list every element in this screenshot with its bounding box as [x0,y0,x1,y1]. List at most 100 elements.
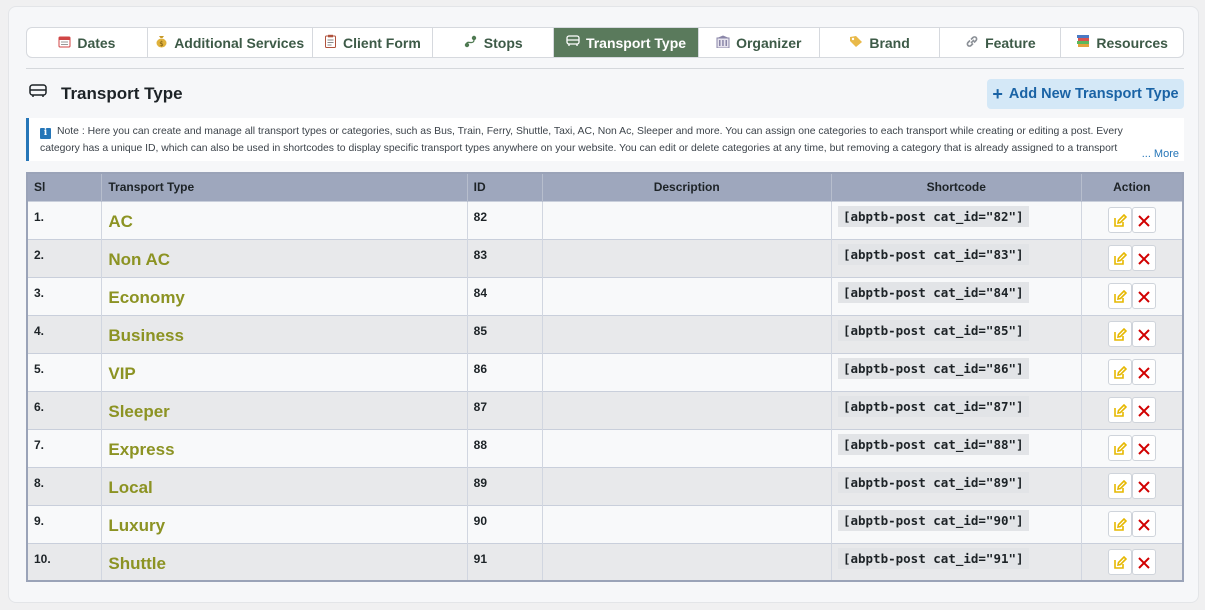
tab-dates[interactable]: Dates [27,28,148,57]
edit-button[interactable] [1107,320,1132,347]
delete-button[interactable] [1131,244,1156,271]
row-shortcode-cell: [abptb-post cat_id="86"] [831,352,1082,391]
row-shortcode-cell: [abptb-post cat_id="88"] [831,428,1082,467]
delete-button[interactable] [1131,282,1156,309]
row-shortcode: [abptb-post cat_id="85"] [837,319,1029,341]
row-description [542,542,832,581]
add-new-transport-type-button[interactable]: + Add New Transport Type [987,79,1184,109]
row-actions [1081,390,1184,429]
table-row: 8. Local 89 [abptb-post cat_id="89"] [27,466,1184,505]
row-transport-type: Non AC [101,238,468,277]
row-description [542,276,832,315]
row-shortcode-cell: [abptb-post cat_id="89"] [831,466,1082,505]
table-row: 4. Business 85 [abptb-post cat_id="85"] [27,314,1184,353]
row-sl: 5. [27,352,103,391]
row-description [542,504,832,543]
row-transport-type: Business [101,314,468,353]
row-sl: 6. [27,390,103,429]
close-icon [1138,366,1150,379]
delete-button[interactable] [1131,358,1156,385]
table-row: 5. VIP 86 [abptb-post cat_id="86"] [27,352,1184,391]
row-sl: 10. [27,542,103,581]
edit-button[interactable] [1107,244,1132,271]
edit-icon [1113,403,1127,417]
tab-resources[interactable]: Resources [1061,28,1183,57]
delete-button[interactable] [1131,472,1156,499]
row-shortcode: [abptb-post cat_id="87"] [837,395,1029,417]
tab-label: Additional Services [174,34,305,51]
row-id: 86 [467,352,543,391]
row-description [542,200,832,239]
row-id: 87 [467,390,543,429]
row-shortcode: [abptb-post cat_id="82"] [837,205,1029,227]
tab-transport-type[interactable]: Transport Type [554,28,699,57]
delete-button[interactable] [1131,548,1156,575]
edit-icon [1113,479,1127,493]
table-row: 1. AC 82 [abptb-post cat_id="82"] [27,200,1184,239]
row-id: 90 [467,504,543,543]
edit-button[interactable] [1107,472,1132,499]
column-header: Sl [27,173,103,201]
tab-feature[interactable]: Feature [940,28,1062,57]
route-icon [464,35,478,51]
delete-button[interactable] [1131,396,1156,423]
delete-button[interactable] [1131,510,1156,537]
edit-button[interactable] [1107,434,1132,461]
table-row: 9. Luxury 90 [abptb-post cat_id="90"] [27,504,1184,543]
close-icon [1138,404,1150,417]
tab-client-form[interactable]: Client Form [313,28,434,57]
row-id: 82 [467,200,543,239]
edit-icon [1113,517,1127,531]
row-description [542,238,832,277]
edit-icon [1113,213,1127,227]
row-transport-type: Shuttle [101,542,468,581]
info-icon: i [40,128,51,139]
row-id: 91 [467,542,543,581]
close-icon [1138,556,1150,569]
tab-stops[interactable]: Stops [433,28,555,57]
tab-organizer[interactable]: Organizer [699,28,820,57]
edit-button[interactable] [1107,510,1132,537]
edit-icon [1113,365,1127,379]
row-id: 83 [467,238,543,277]
row-actions [1081,466,1184,505]
row-shortcode-cell: [abptb-post cat_id="84"] [831,276,1082,315]
edit-button[interactable] [1107,358,1132,385]
bus-icon [566,35,580,50]
row-transport-type: Sleeper [101,390,468,429]
delete-button[interactable] [1131,434,1156,461]
row-shortcode-cell: [abptb-post cat_id="90"] [831,504,1082,543]
row-shortcode: [abptb-post cat_id="86"] [837,357,1029,379]
calendar-icon [58,35,71,51]
row-actions [1081,238,1184,277]
row-shortcode-cell: [abptb-post cat_id="91"] [831,542,1082,581]
row-transport-type: VIP [101,352,468,391]
note-text: Note : Here you can create and manage al… [40,126,1123,154]
close-icon [1138,214,1150,227]
close-icon [1138,480,1150,493]
table-row: 2. Non AC 83 [abptb-post cat_id="83"] [27,238,1184,277]
edit-button[interactable] [1107,206,1132,233]
info-note: i Note : Here you can create and manage a… [26,118,1184,161]
tab-label: Resources [1096,34,1168,51]
row-actions [1081,276,1184,315]
delete-button[interactable] [1131,320,1156,347]
row-shortcode-cell: [abptb-post cat_id="85"] [831,314,1082,353]
building-icon [716,35,730,51]
row-sl: 2. [27,238,103,277]
edit-button[interactable] [1107,282,1132,309]
edit-button[interactable] [1107,396,1132,423]
books-icon [1076,34,1090,51]
edit-icon [1113,289,1127,303]
edit-button[interactable] [1107,548,1132,575]
bus-icon [29,83,47,104]
column-header: Action [1081,173,1184,201]
tab-additional-services[interactable]: $ Additional Services [148,28,313,57]
delete-button[interactable] [1131,206,1156,233]
tab-brand[interactable]: Brand [820,28,941,57]
more-link[interactable]: ... More [1139,146,1179,161]
divider [26,68,1184,69]
row-transport-type: Economy [101,276,468,315]
row-shortcode: [abptb-post cat_id="91"] [837,547,1029,569]
column-header: Shortcode [831,173,1082,201]
